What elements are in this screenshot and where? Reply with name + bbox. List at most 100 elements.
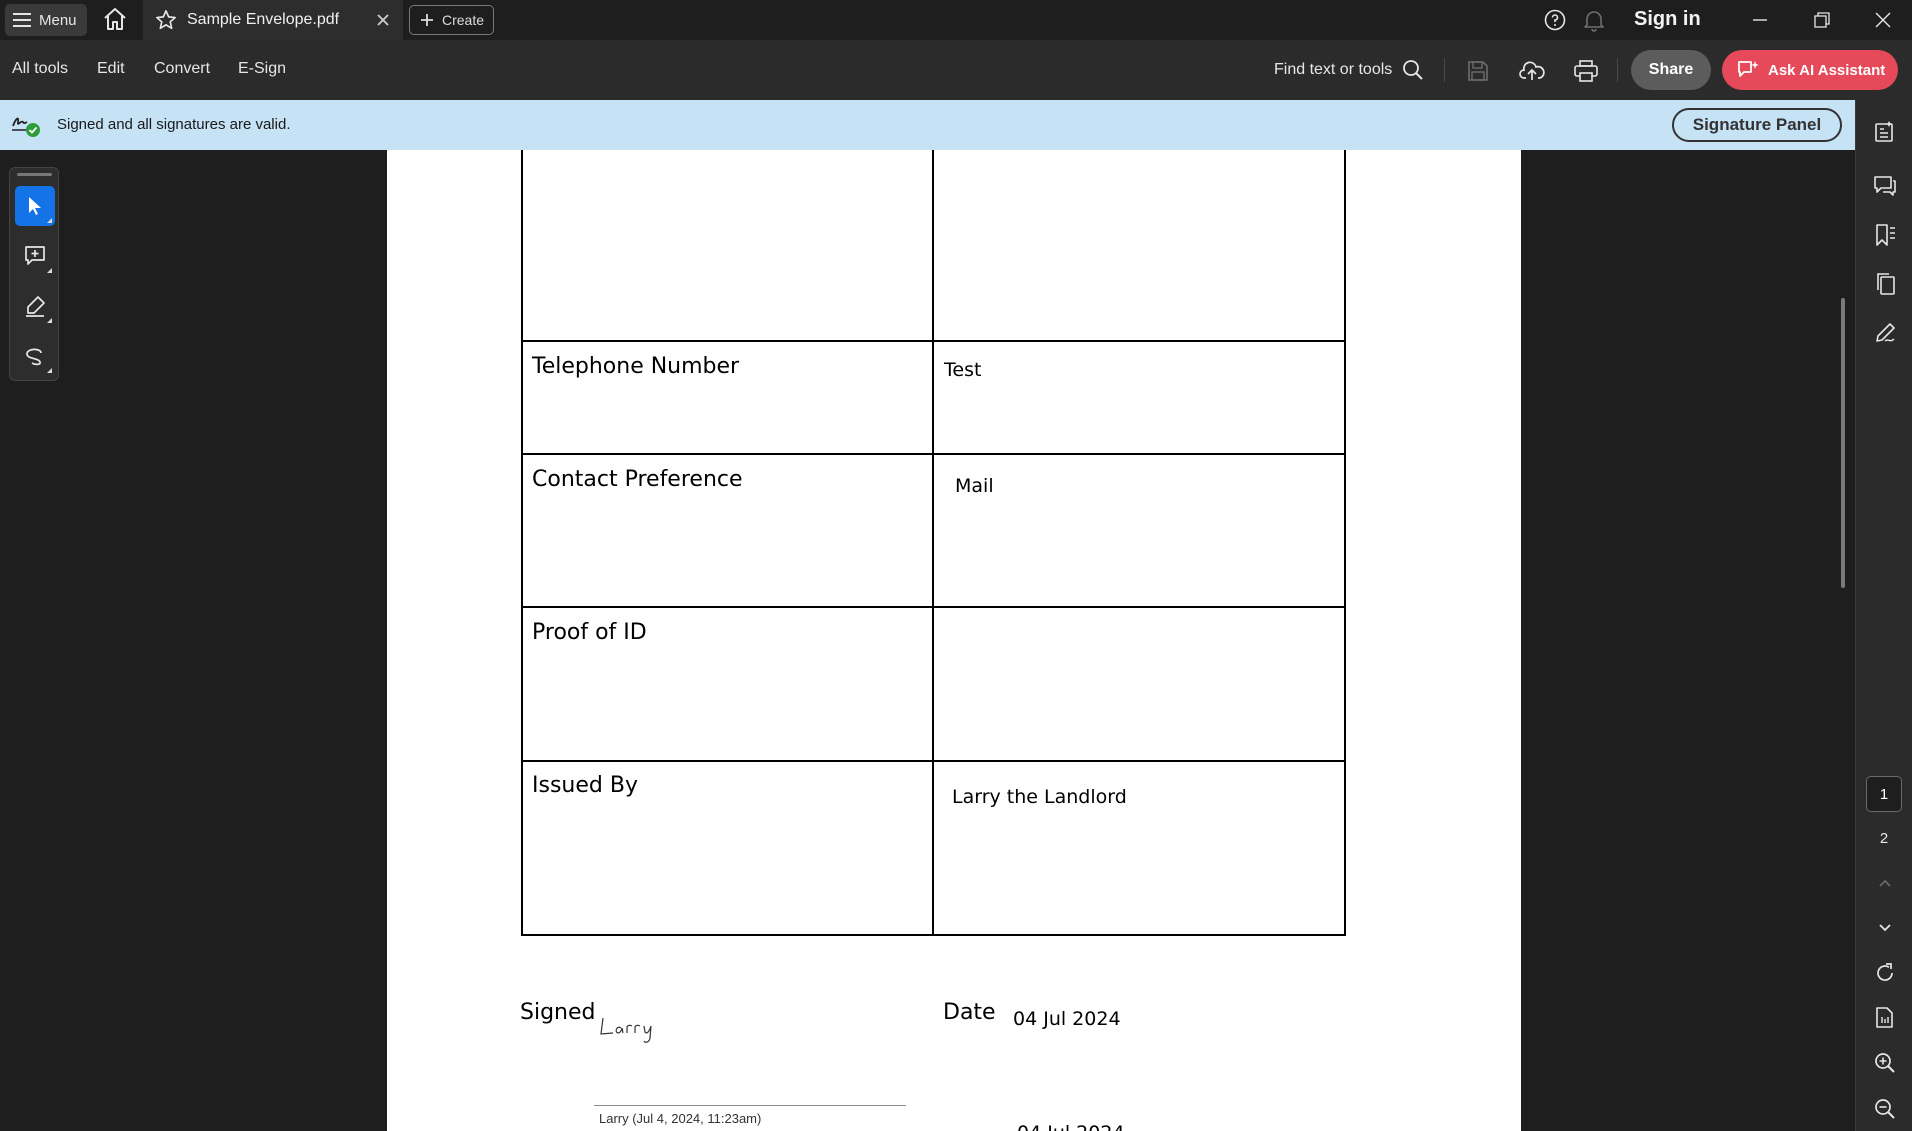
signature-caption: Larry (Jul 4, 2024, 11:23am) — [599, 1111, 762, 1126]
tool-options-indicator — [47, 268, 52, 273]
select-tool-button[interactable] — [15, 186, 55, 226]
next-page-button[interactable] — [1872, 915, 1898, 941]
bookmark-icon — [1876, 224, 1895, 246]
highlighter-icon — [26, 296, 45, 317]
table-cell-label: Telephone Number — [521, 340, 934, 455]
tool-options-indicator — [47, 218, 52, 223]
print-button[interactable] — [1571, 56, 1601, 86]
table-cell-label — [521, 150, 934, 342]
table-row: Contact Preference Mail — [521, 453, 1346, 608]
page-number-2[interactable]: 2 — [1866, 820, 1902, 856]
signature-panel-label: Signature Panel — [1692, 115, 1822, 134]
signature-panel-button[interactable]: Signature Panel — [1672, 108, 1842, 142]
restore-icon — [1814, 12, 1830, 28]
date-field[interactable]: 04 Jul 2024 — [1013, 1008, 1121, 1030]
plus-icon — [421, 14, 433, 26]
close-icon — [1875, 12, 1891, 28]
table-cell-label: Issued By — [521, 760, 934, 936]
previous-page-button[interactable] — [1872, 870, 1898, 896]
page-fit-icon — [1876, 1007, 1893, 1028]
printer-icon — [1574, 60, 1598, 82]
table-cell-label: Contact Preference — [521, 453, 934, 608]
freehand-draw-icon — [26, 348, 42, 366]
telephone-number-field[interactable]: Test — [932, 340, 1346, 455]
zoom-in-button[interactable] — [1872, 1050, 1898, 1076]
tool-options-indicator — [47, 368, 52, 373]
signature-valid-icon — [12, 117, 40, 137]
form-table: Telephone Number Test Contact Preference… — [521, 150, 1346, 936]
page-size-button[interactable] — [1872, 1005, 1898, 1031]
ask-ai-assistant-button[interactable]: Ask AI Assistant — [1722, 50, 1898, 90]
table-row: Telephone Number Test — [521, 340, 1346, 455]
home-button[interactable] — [102, 6, 132, 34]
zoom-out-icon — [1875, 1099, 1895, 1119]
signed-label: Signed — [520, 1000, 596, 1025]
menu-convert[interactable]: Convert — [154, 60, 210, 78]
fill-and-sign-button[interactable] — [1872, 320, 1898, 346]
create-label: Create — [442, 12, 485, 28]
create-button[interactable]: Create — [409, 5, 494, 35]
page-thumbnails-button[interactable] — [1872, 271, 1898, 297]
table-row: Proof of ID — [521, 606, 1346, 762]
add-comment-tool-button[interactable] — [15, 236, 55, 276]
issued-by-field[interactable]: Larry the Landlord — [932, 760, 1346, 936]
quick-tools-palette — [9, 167, 59, 381]
menu-button[interactable]: Menu — [5, 4, 87, 36]
document-info-icon — [1875, 121, 1893, 142]
title-bar: Menu Sample Envelope.pdf Create Sign in — [0, 0, 1912, 40]
save-button[interactable] — [1463, 56, 1493, 86]
proof-of-id-field[interactable] — [932, 606, 1346, 762]
draw-tool-button[interactable] — [15, 336, 55, 376]
comments-panel-button[interactable] — [1872, 173, 1898, 199]
signature-line — [594, 1105, 906, 1106]
close-window-button[interactable] — [1863, 6, 1903, 34]
table-row: Issued By Larry the Landlord — [521, 760, 1346, 936]
table-cell-value[interactable] — [932, 150, 1346, 342]
cursor-arrow-icon — [29, 197, 41, 215]
bell-icon[interactable] — [1583, 8, 1605, 32]
share-label: Share — [1648, 61, 1694, 78]
find-tools-search[interactable]: Find text or tools — [1274, 59, 1424, 81]
right-side-rail: 1 2 — [1855, 100, 1912, 1131]
sign-in-link[interactable]: Sign in — [1634, 8, 1701, 31]
cloud-upload-icon — [1519, 61, 1545, 80]
menu-edit[interactable]: Edit — [97, 60, 125, 78]
chevron-down-icon — [1879, 924, 1891, 932]
help-icon[interactable] — [1543, 8, 1567, 32]
contact-preference-field[interactable]: Mail — [932, 453, 1346, 608]
bookmarks-panel-button[interactable] — [1872, 222, 1898, 248]
star-icon[interactable] — [155, 9, 177, 31]
upload-cloud-button[interactable] — [1517, 56, 1547, 86]
home-icon — [104, 8, 126, 30]
minimize-button[interactable] — [1740, 6, 1780, 34]
menu-all-tools[interactable]: All tools — [12, 60, 68, 78]
pages-icon — [1877, 273, 1895, 295]
signature-status-text: Signed and all signatures are valid. — [57, 116, 291, 133]
date-stamp-text: 04 Jul 2024 — [1017, 1122, 1125, 1131]
share-button[interactable]: Share — [1631, 50, 1711, 90]
restore-button[interactable] — [1802, 6, 1842, 34]
tab-title: Sample Envelope.pdf — [187, 11, 340, 28]
search-icon — [1403, 60, 1423, 80]
zoom-out-button[interactable] — [1872, 1096, 1898, 1122]
tab-sample-envelope[interactable]: Sample Envelope.pdf — [143, 0, 403, 40]
toolbar-divider — [1444, 58, 1445, 82]
rotate-icon — [1877, 963, 1893, 981]
close-tab-button[interactable] — [373, 10, 393, 30]
toolbar-divider — [1617, 58, 1618, 82]
signature-image[interactable] — [599, 1012, 661, 1046]
palette-drag-handle[interactable] — [17, 173, 52, 176]
highlight-tool-button[interactable] — [15, 286, 55, 326]
page-number-1[interactable]: 1 — [1866, 776, 1902, 812]
document-properties-button[interactable] — [1872, 119, 1898, 145]
rotate-button[interactable] — [1872, 960, 1898, 986]
menu-e-sign[interactable]: E-Sign — [238, 60, 286, 78]
tool-options-indicator — [47, 318, 52, 323]
vertical-scrollbar-thumb[interactable] — [1841, 298, 1845, 588]
comment-add-icon — [25, 246, 45, 265]
pen-sign-icon — [1876, 323, 1895, 342]
comments-icon — [1874, 176, 1896, 196]
pdf-page: Telephone Number Test Contact Preference… — [387, 150, 1521, 1131]
main-toolbar: All tools Edit Convert E-Sign Find text … — [0, 40, 1912, 100]
menu-label: Menu — [39, 11, 77, 29]
